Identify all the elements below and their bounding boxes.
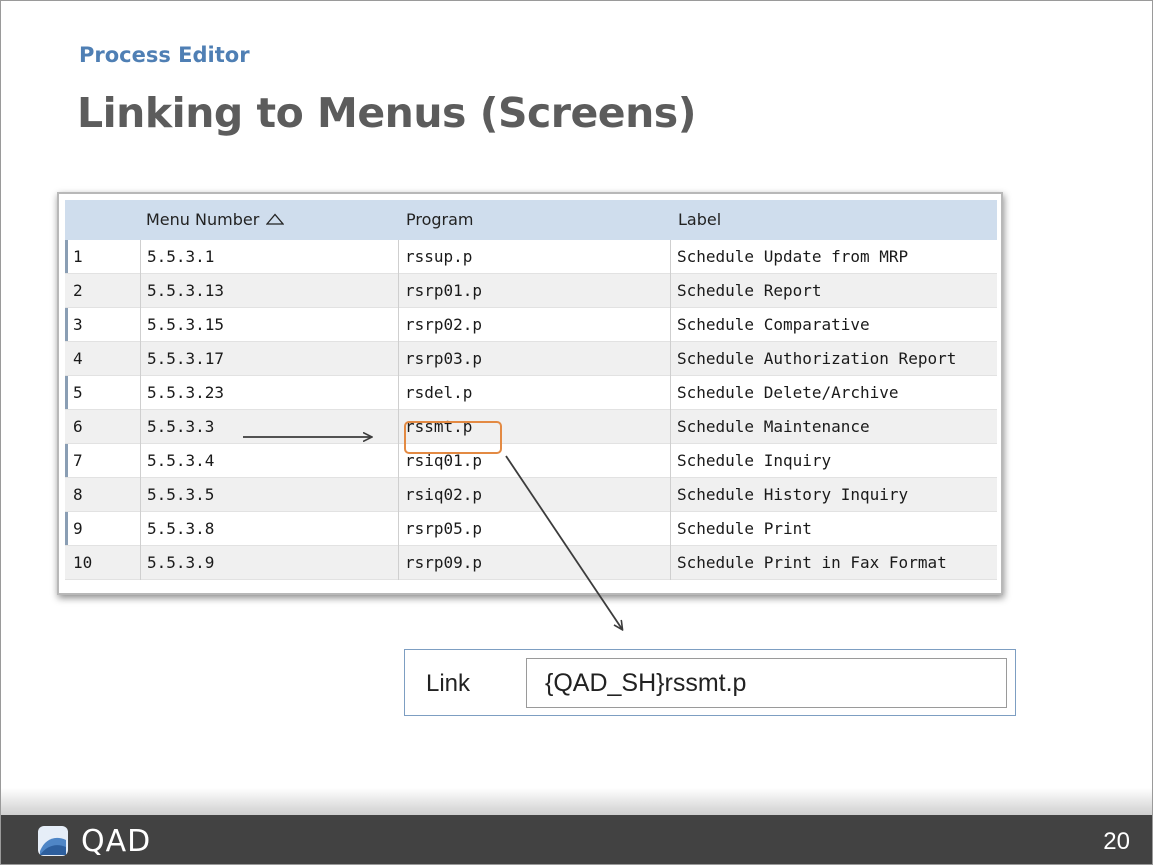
annotation-arrows [243,1,1153,865]
slide: Process Editor Linking to Menus (Screens… [0,0,1153,865]
link-label: Link [426,670,471,697]
footer-bar [1,815,1152,864]
link-field-panel: Link {QAD_SH}rssmt.p [404,649,1016,716]
qad-logo-text: QAD [81,823,152,859]
footer-gradient [1,788,1152,815]
page-number: 20 [1103,828,1130,855]
program-to-link-arrow [505,455,622,629]
qad-logo-icon [38,826,68,856]
link-input[interactable]: {QAD_SH}rssmt.p [526,658,1007,708]
qad-logo: QAD [37,821,151,861]
